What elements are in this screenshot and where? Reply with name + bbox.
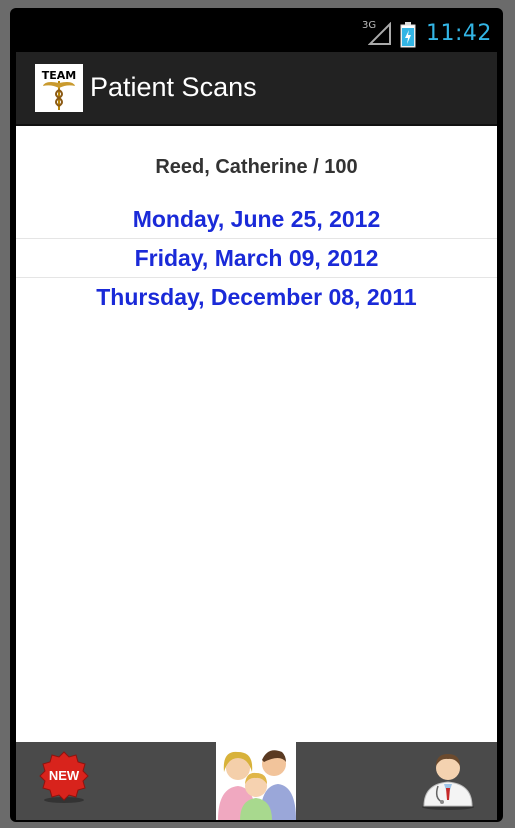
family-icon xyxy=(218,750,296,820)
page-title: Patient Scans xyxy=(90,72,257,102)
action-bar: TEAM Patient Scans xyxy=(16,52,497,126)
new-badge-icon: NEW xyxy=(39,751,89,803)
new-label: NEW xyxy=(49,768,80,783)
scan-date-item[interactable]: Thursday, December 08, 2011 xyxy=(16,278,497,316)
doctor-icon xyxy=(422,754,474,810)
caduceus-icon: TEAM xyxy=(42,69,76,110)
new-scan-button[interactable]: NEW xyxy=(38,750,90,804)
logo-text: TEAM xyxy=(42,69,76,82)
main-content: Reed, Catherine / 100 Monday, June 25, 2… xyxy=(16,126,497,742)
scan-date-item[interactable]: Friday, March 09, 2012 xyxy=(16,239,497,278)
patient-label: Reed, Catherine / 100 xyxy=(155,156,358,178)
clock: 11:42 xyxy=(426,21,492,46)
scan-list: Monday, June 25, 2012 Friday, March 09, … xyxy=(16,200,497,316)
status-bar: 3G 11:42 xyxy=(16,14,497,52)
app-logo[interactable]: TEAM xyxy=(35,64,83,112)
scan-date-item[interactable]: Monday, June 25, 2012 xyxy=(16,200,497,239)
family-button[interactable] xyxy=(216,742,296,820)
bottom-toolbar: NEW xyxy=(16,742,497,820)
doctor-button[interactable] xyxy=(418,748,478,810)
signal-icon xyxy=(368,22,391,45)
battery-icon xyxy=(400,22,416,48)
device-screen: 3G 11:42 TEAM Patient Scans Reed, Cather… xyxy=(16,14,497,820)
